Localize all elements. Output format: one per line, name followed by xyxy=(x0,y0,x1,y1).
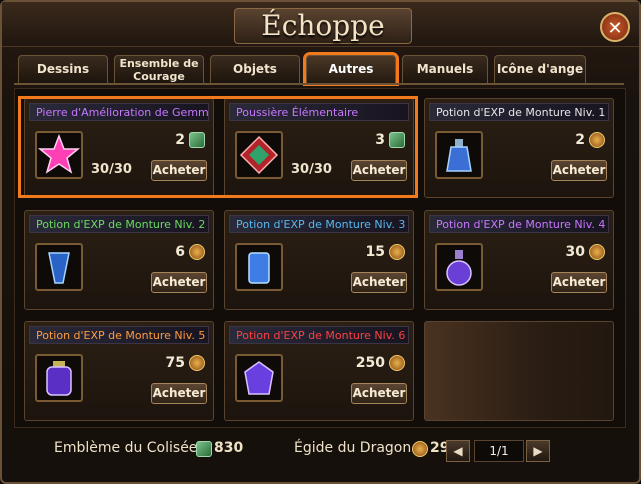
buy-button[interactable]: Acheter xyxy=(351,383,407,404)
tab-dessins[interactable]: Dessins xyxy=(18,55,108,83)
buy-button[interactable]: Acheter xyxy=(551,272,607,293)
buy-button[interactable]: Acheter xyxy=(151,272,207,293)
tab-ensemble-de-courage[interactable]: Ensemble de Courage xyxy=(114,55,204,83)
shop-item-card: Poussière Élémentaire 3 30/30 Acheter xyxy=(224,98,414,198)
item-name: Potion d'EXP de Monture Niv. 6 xyxy=(229,326,409,344)
dragon-aegis-icon xyxy=(589,132,605,148)
shop-item-card: Potion d'EXP de Monture Niv. 2 6 Acheter xyxy=(24,210,214,310)
purple-potion-icon xyxy=(35,354,83,402)
dragon-aegis-icon xyxy=(189,355,205,371)
empty-slot xyxy=(424,321,614,421)
shop-item-card: Pierre d'Amélioration de Gemme 2 30/30 A… xyxy=(24,98,214,198)
tab-label: Autres xyxy=(328,62,374,76)
blue-potion-icon xyxy=(435,131,483,179)
item-price: 3 xyxy=(375,132,385,148)
colisee-emblem-label: Emblème du Colisée xyxy=(54,440,198,456)
dragon-aegis-label: Égide du Dragon xyxy=(294,440,412,456)
colisee-emblem-value: 830 xyxy=(214,440,244,456)
buy-button[interactable]: Acheter xyxy=(351,272,407,293)
tab-autres[interactable]: Autres xyxy=(303,52,399,86)
buy-button[interactable]: Acheter xyxy=(551,160,607,181)
item-price: 75 xyxy=(165,355,185,371)
tab-icone-d-ange[interactable]: Icône d'ange xyxy=(494,55,586,83)
item-name: Potion d'EXP de Monture Niv. 2 xyxy=(29,215,209,233)
item-price: 2 xyxy=(175,132,185,148)
buy-button[interactable]: Acheter xyxy=(151,160,207,181)
item-price: 15 xyxy=(365,244,385,260)
window-title: Échoppe xyxy=(234,8,412,44)
colisee-emblem-icon xyxy=(189,132,205,148)
shop-item-card: Potion d'EXP de Monture Niv. 5 75 Achete… xyxy=(24,321,214,421)
tab-objets-d-ange[interactable]: Objets d'Ange xyxy=(210,55,300,102)
buy-button[interactable]: Acheter xyxy=(151,383,207,404)
item-price: 2 xyxy=(575,132,585,148)
item-name: Potion d'EXP de Monture Niv. 5 xyxy=(29,326,209,344)
dragon-aegis-icon xyxy=(412,441,428,457)
item-price: 30 xyxy=(565,244,585,260)
item-price: 250 xyxy=(355,355,385,371)
title-bar: Échoppe ✕ xyxy=(2,2,639,47)
tab-label: Ensemble de Courage xyxy=(119,57,199,83)
item-quantity: 30/30 xyxy=(91,162,132,177)
shop-item-card: Potion d'EXP de Monture Niv. 6 250 Achet… xyxy=(224,321,414,421)
close-icon[interactable]: ✕ xyxy=(600,12,630,42)
elemental-dust-icon xyxy=(235,131,283,179)
shop-item-card: Potion d'EXP de Monture Niv. 1 2 Acheter xyxy=(424,98,614,198)
tab-label: Dessins xyxy=(36,62,90,76)
shop-item-card: Potion d'EXP de Monture Niv. 3 15 Achete… xyxy=(224,210,414,310)
tab-label: Manuels xyxy=(416,62,474,76)
item-name: Potion d'EXP de Monture Niv. 4 xyxy=(429,215,609,233)
prev-page-button[interactable]: ◀ xyxy=(446,440,470,462)
page-indicator: 1/1 xyxy=(474,440,524,462)
next-page-button[interactable]: ▶ xyxy=(526,440,550,462)
dragon-aegis-icon xyxy=(389,244,405,260)
item-name: Potion d'EXP de Monture Niv. 3 xyxy=(229,215,409,233)
purple-potion-icon xyxy=(235,354,283,402)
dragon-aegis-icon xyxy=(189,244,205,260)
colisee-emblem-icon xyxy=(196,441,212,457)
item-name: Poussière Élémentaire xyxy=(229,103,409,121)
dragon-aegis-icon xyxy=(389,355,405,371)
tab-divider xyxy=(14,83,624,85)
buy-button[interactable]: Acheter xyxy=(351,160,407,181)
purple-potion-icon xyxy=(435,243,483,291)
tab-manuels[interactable]: Manuels xyxy=(402,55,488,83)
item-price: 6 xyxy=(175,244,185,260)
pink-star-gem-icon xyxy=(35,131,83,179)
shop-item-card: Potion d'EXP de Monture Niv. 4 30 Achete… xyxy=(424,210,614,310)
blue-potion-icon xyxy=(35,243,83,291)
tab-label: Icône d'ange xyxy=(496,62,584,76)
item-name: Pierre d'Amélioration de Gemme xyxy=(29,103,209,121)
blue-potion-icon xyxy=(235,243,283,291)
item-name: Potion d'EXP de Monture Niv. 1 xyxy=(429,103,609,121)
dragon-aegis-icon xyxy=(589,244,605,260)
item-quantity: 30/30 xyxy=(291,162,332,177)
colisee-emblem-icon xyxy=(389,132,405,148)
